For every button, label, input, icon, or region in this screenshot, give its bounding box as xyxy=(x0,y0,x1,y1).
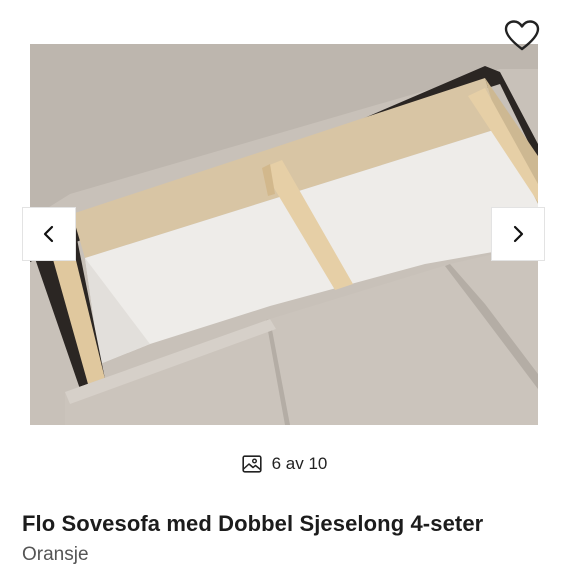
next-image-button[interactable] xyxy=(491,207,545,261)
product-image-gallery xyxy=(0,0,569,440)
chevron-left-icon xyxy=(43,225,54,243)
favorite-button[interactable] xyxy=(500,14,544,58)
image-counter-text: 6 av 10 xyxy=(271,454,328,473)
product-title: Flo Sovesofa med Dobbel Sjeselong 4-sete… xyxy=(22,511,484,536)
chevron-right-icon xyxy=(513,225,524,243)
sofa-storage-image xyxy=(30,44,538,425)
heart-outline-icon xyxy=(504,20,540,51)
product-color: Oransje xyxy=(22,544,89,565)
previous-image-button[interactable] xyxy=(22,207,76,261)
image-counter: 6 av 10 xyxy=(0,452,569,476)
image-icon xyxy=(242,455,262,473)
product-photo[interactable] xyxy=(30,44,538,425)
